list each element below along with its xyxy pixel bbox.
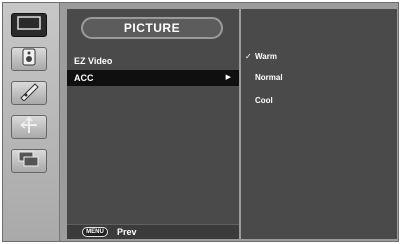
submenu-item-warm[interactable]: ✓ Warm	[245, 51, 277, 63]
menu-item-ez-video[interactable]: EZ Video	[67, 53, 239, 69]
prev-label: Prev	[117, 227, 137, 237]
sidebar-item-position[interactable]	[11, 115, 47, 139]
submenu-panel: ✓ Warm Normal Cool	[241, 9, 397, 239]
menu-item-acc[interactable]: ACC ▶	[67, 70, 239, 86]
menu-footer: MENU Prev	[67, 224, 239, 239]
submenu-arrow-icon: ▶	[225, 74, 231, 81]
sidebar	[3, 3, 60, 241]
position-icon	[18, 115, 40, 140]
sidebar-item-setup[interactable]	[11, 149, 47, 173]
setup-icon	[17, 150, 41, 173]
main-menu-panel: PICTURE EZ Video ACC ▶ MENU Prev	[67, 9, 239, 239]
tracking-icon	[18, 81, 40, 106]
menu-item-label: EZ Video	[74, 56, 113, 66]
submenu-item-cool[interactable]: Cool	[245, 95, 273, 107]
submenu-item-label: Warm	[255, 52, 277, 61]
sidebar-item-picture[interactable]	[11, 13, 47, 37]
sidebar-item-tracking[interactable]	[11, 81, 47, 105]
menu-item-label: ACC	[74, 73, 94, 83]
submenu-item-normal[interactable]: Normal	[245, 72, 283, 84]
sidebar-item-display-adjust[interactable]	[11, 47, 47, 71]
submenu-item-label: Normal	[255, 73, 283, 82]
menu-title: PICTURE	[81, 17, 223, 39]
submenu-item-label: Cool	[255, 96, 273, 105]
picture-icon	[17, 15, 41, 35]
checkmark-icon: ✓	[245, 52, 252, 61]
osd-window: PICTURE EZ Video ACC ▶ MENU Prev ✓ Warm N…	[2, 2, 399, 242]
display-adjust-icon	[19, 47, 39, 72]
menu-key-icon: MENU	[82, 227, 108, 237]
